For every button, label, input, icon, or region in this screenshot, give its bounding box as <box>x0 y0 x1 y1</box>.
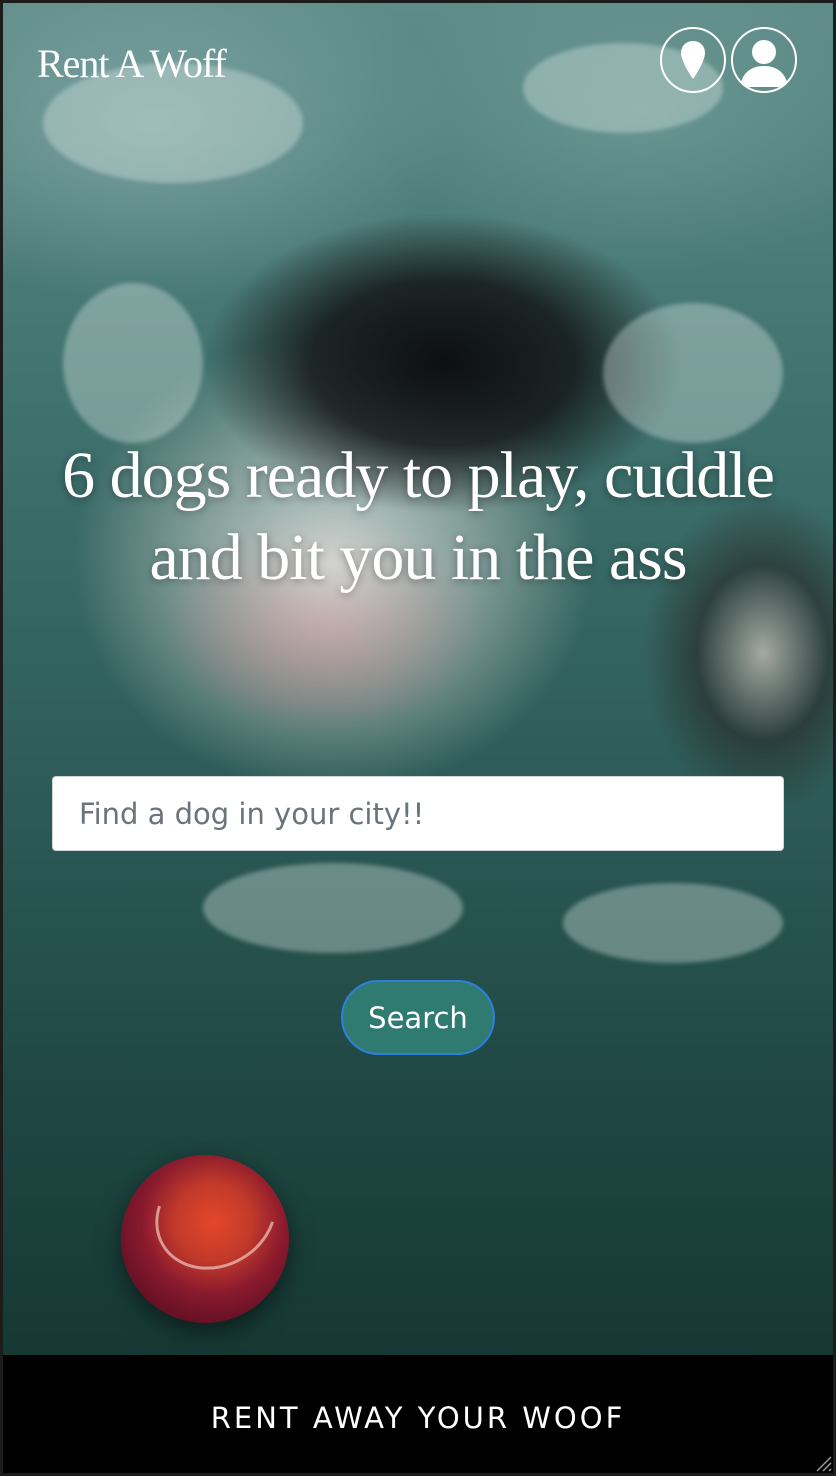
app-frame: Rent A Woff 6 dogs ready to play, cuddle… <box>3 3 833 1473</box>
location-pin-icon <box>681 41 705 79</box>
water-splash <box>203 863 463 953</box>
search-button[interactable]: Search <box>341 980 495 1055</box>
city-search-input[interactable] <box>52 776 784 851</box>
water-splash <box>603 303 783 443</box>
profile-button[interactable] <box>731 27 797 93</box>
location-button[interactable] <box>660 27 726 93</box>
water-splash <box>563 883 783 963</box>
footer-tagline: RENT AWAY YOUR WOOF <box>210 1401 626 1435</box>
user-profile-icon <box>740 40 788 87</box>
hero-headline: 6 dogs ready to play, cuddle and bit you… <box>62 439 775 594</box>
footer-bar: RENT AWAY YOUR WOOF <box>3 1355 833 1473</box>
water-splash <box>63 283 203 443</box>
resize-grip-icon[interactable] <box>811 1451 833 1473</box>
hero-background-image <box>3 3 833 1355</box>
brand-logo[interactable]: Rent A Woff <box>37 41 227 87</box>
